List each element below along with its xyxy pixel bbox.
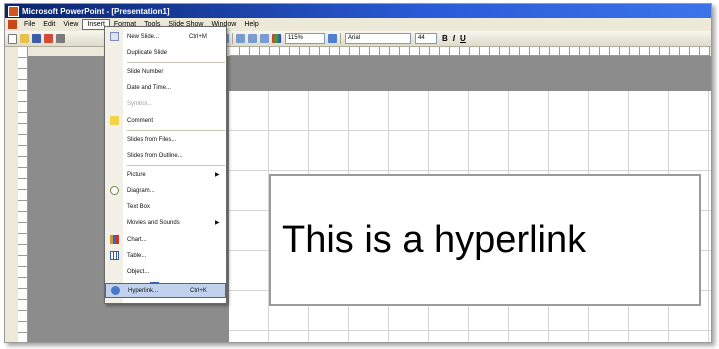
powerpoint-app-icon <box>8 5 19 17</box>
menu-item-label: Slides from Outline... <box>127 152 183 159</box>
menu-item-label: Slide Number <box>127 68 164 75</box>
menu-file[interactable]: File <box>20 20 39 29</box>
vertical-ruler <box>18 47 28 342</box>
menu-item-table[interactable]: Table... <box>105 248 226 263</box>
zoom-select[interactable]: 115% <box>285 33 325 44</box>
menu-item-label: Chart... <box>127 236 147 243</box>
menu-item-symbol: Symbol... <box>105 96 226 111</box>
chart-icon <box>110 235 119 244</box>
font-select[interactable]: Arial <box>345 33 411 44</box>
menu-item-slides-from-files[interactable]: Slides from Files... <box>105 132 226 147</box>
show-formatting-icon[interactable] <box>248 34 257 43</box>
print-icon[interactable] <box>56 34 65 43</box>
menu-item-date-time[interactable]: Date and Time... <box>105 80 226 95</box>
text-box-content[interactable]: This is a hyperlink <box>271 219 586 262</box>
menu-item-label: Date and Time... <box>127 84 172 91</box>
menu-item-label: Picture <box>127 171 146 178</box>
menu-item-label: Diagram... <box>127 187 155 194</box>
menu-separator <box>127 130 225 131</box>
menu-item-label: Hyperlink... <box>128 287 159 294</box>
menu-item-label: Comment <box>127 117 154 124</box>
menu-item-label: Movies and Sounds <box>127 219 180 226</box>
slide-text-box[interactable]: This is a hyperlink <box>269 174 701 306</box>
table-icon <box>110 251 119 260</box>
menu-item-label: Symbol... <box>127 100 153 107</box>
menu-item-picture[interactable]: Picture ▶ <box>105 167 226 182</box>
menu-item-movies-sounds[interactable]: Movies and Sounds ▶ <box>105 215 226 230</box>
permission-icon[interactable] <box>44 34 53 43</box>
menu-item-label: Text Box <box>127 203 151 210</box>
menu-item-label: Duplicate Slide <box>127 49 168 56</box>
menu-item-comment[interactable]: Comment <box>105 113 226 128</box>
new-icon[interactable] <box>8 33 17 44</box>
menu-help[interactable]: Help <box>240 20 262 29</box>
toolbar-separator <box>232 33 233 44</box>
menu-item-label: Slides from Files... <box>127 136 177 143</box>
menu-item-hyperlink[interactable]: Hyperlink... Ctrl+K <box>105 283 226 298</box>
font-size-select[interactable]: 44 <box>415 33 437 44</box>
menu-separator <box>127 62 225 63</box>
title-bar: Microsoft PowerPoint - [Presentation1] <box>5 4 711 18</box>
submenu-arrow-icon: ▶ <box>215 220 220 226</box>
menu-edit[interactable]: Edit <box>39 20 59 29</box>
menu-item-label: Table... <box>127 252 147 259</box>
save-icon[interactable] <box>32 34 41 43</box>
outline-pane <box>5 47 18 342</box>
menu-item-text-box[interactable]: Text Box <box>105 199 226 291</box>
menu-item-duplicate-slide[interactable]: Duplicate Slide <box>105 45 226 60</box>
menu-view[interactable]: View <box>59 20 82 29</box>
help-icon[interactable] <box>328 34 337 43</box>
menu-item-object[interactable]: Object... <box>105 264 226 279</box>
open-icon[interactable] <box>20 34 29 43</box>
toolbar-separator <box>340 33 341 44</box>
menu-item-shortcut: Ctrl+M <box>189 33 207 40</box>
menu-item-diagram[interactable]: Diagram... <box>105 183 226 198</box>
bold-button[interactable]: B <box>442 34 448 43</box>
powerpoint-window: Microsoft PowerPoint - [Presentation1] F… <box>4 3 712 343</box>
slide-canvas[interactable]: This is a hyperlink <box>229 91 711 342</box>
submenu-arrow-icon: ▶ <box>215 172 220 178</box>
window-title: Microsoft PowerPoint - [Presentation1] <box>22 6 170 16</box>
insert-menu-dropdown: New Slide... Ctrl+M Duplicate Slide Slid… <box>104 26 227 304</box>
hyperlink-icon <box>111 286 120 295</box>
comment-icon <box>110 116 119 125</box>
menu-item-label: New Slide... <box>127 33 160 40</box>
menu-separator <box>127 165 225 166</box>
menu-item-slide-number[interactable]: Slide Number <box>105 64 226 79</box>
italic-button[interactable]: I <box>453 34 455 43</box>
new-slide-icon <box>110 32 119 41</box>
menu-item-shortcut: Ctrl+K <box>190 287 207 294</box>
menu-item-new-slide[interactable]: New Slide... Ctrl+M <box>105 29 226 44</box>
menu-item-slides-from-outline[interactable]: Slides from Outline... <box>105 148 226 163</box>
underline-button[interactable]: U <box>460 34 466 43</box>
document-icon[interactable] <box>8 20 17 29</box>
color-grayscale-icon[interactable] <box>272 34 281 43</box>
menu-item-label: Object... <box>127 268 150 275</box>
show-grid-icon[interactable] <box>260 34 269 43</box>
menu-item-chart[interactable]: Chart... <box>105 232 226 247</box>
expand-all-icon[interactable] <box>236 34 245 43</box>
horizontal-ruler <box>230 47 710 56</box>
diagram-icon <box>110 186 119 195</box>
